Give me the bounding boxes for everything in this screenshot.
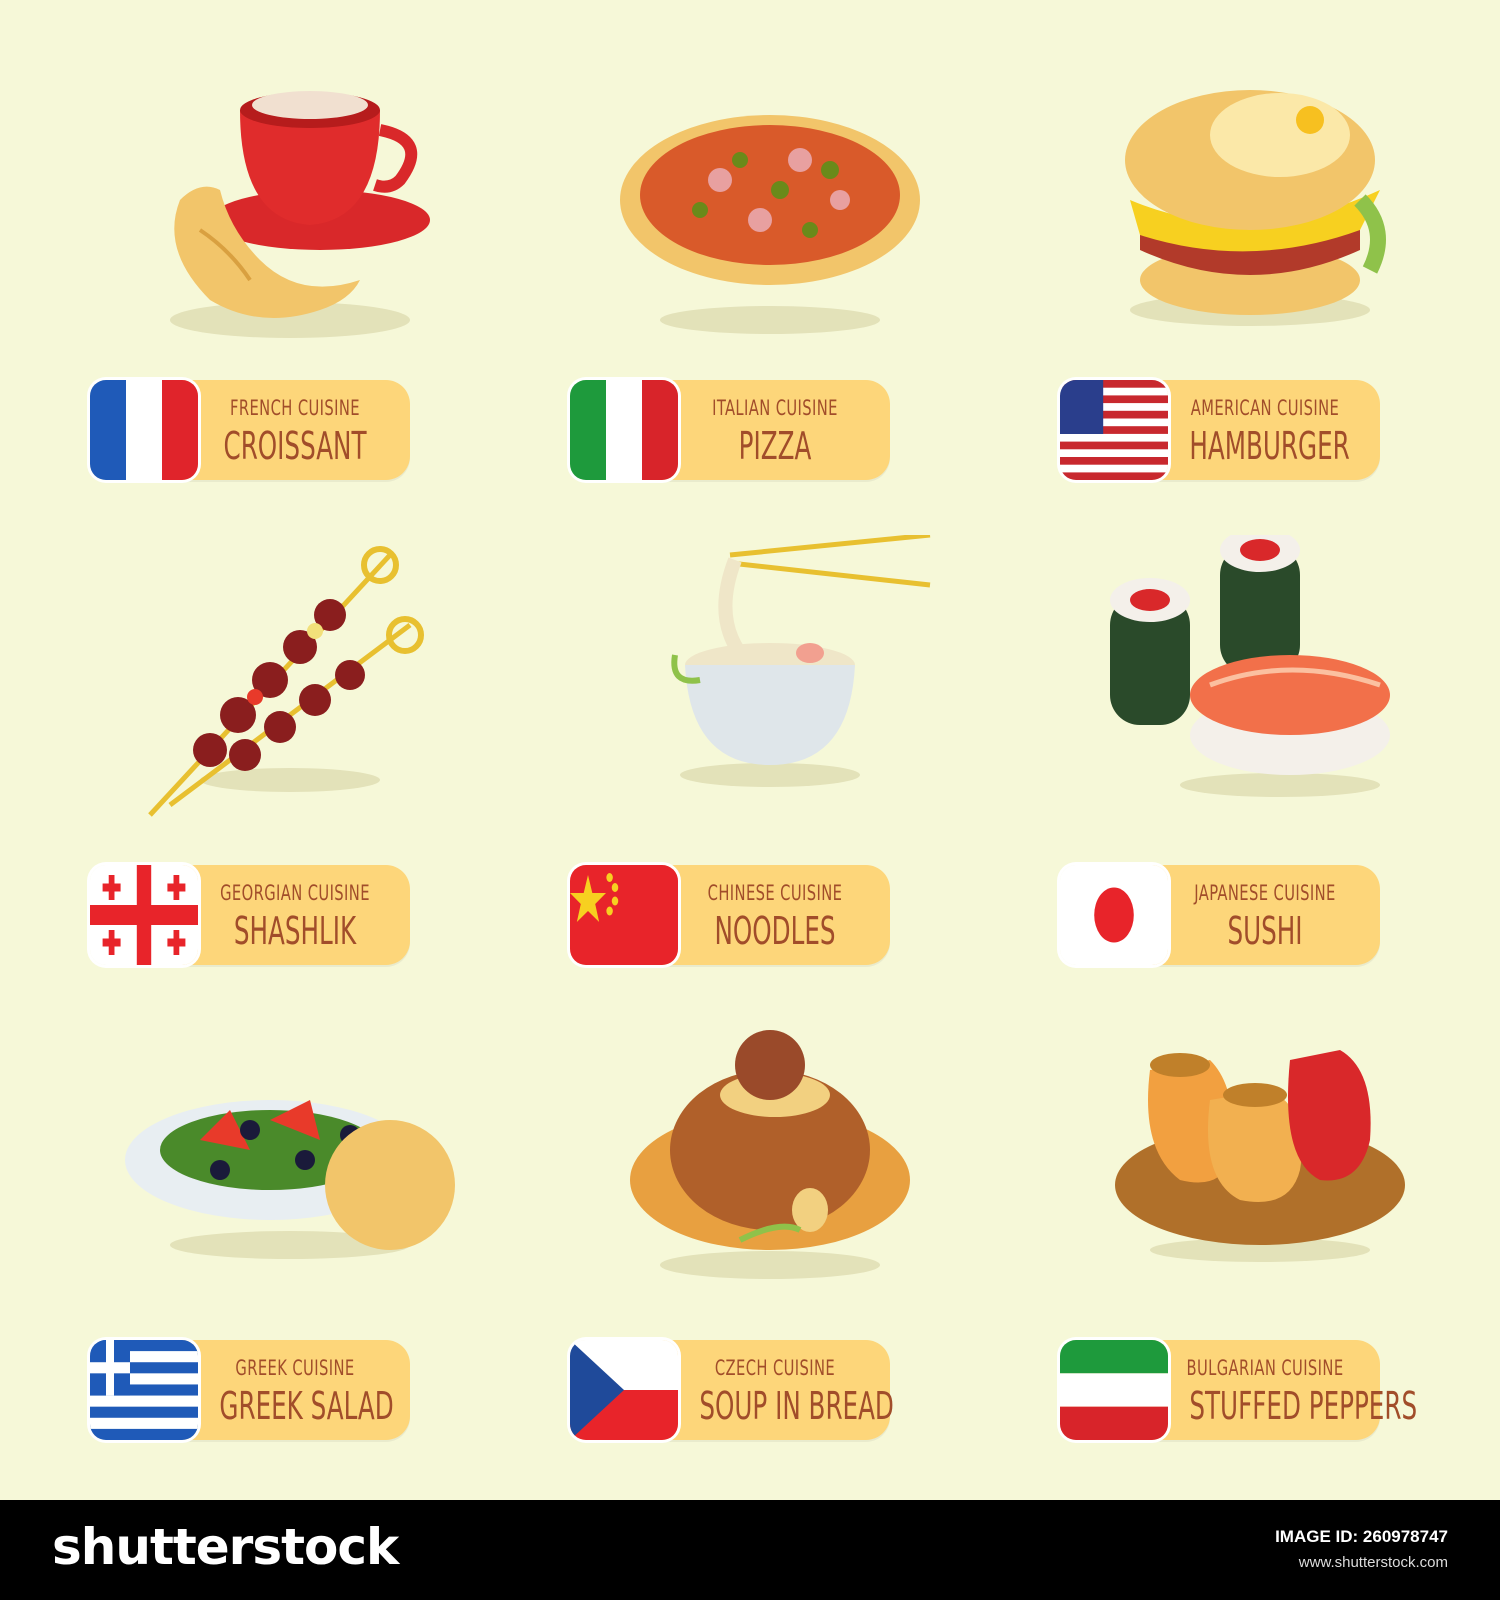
china-flag-icon — [570, 865, 678, 965]
sushi-illustration — [1110, 535, 1390, 797]
cuisine-name: Chinese Cuisine — [707, 881, 843, 905]
dish-name: Hamburger — [1189, 424, 1350, 468]
france-flag-icon — [90, 380, 198, 480]
card-georgian: Georgian Cuisine Shashlik — [60, 525, 540, 1025]
cuisine-name: Czech Cuisine — [714, 1356, 836, 1380]
card-japanese: Japanese Cuisine Sushi — [1030, 525, 1500, 1025]
cuisine-name: American Cuisine — [1190, 396, 1340, 420]
cuisine-name: Italian Cuisine — [712, 396, 838, 420]
dish-name: Pizza — [738, 424, 812, 468]
croissant-coffee-illustration — [170, 91, 430, 338]
cuisine-name: Japanese Cuisine — [1194, 881, 1336, 905]
image-id: IMAGE ID: 260978747 — [1275, 1527, 1448, 1546]
noodles-illustration — [671, 535, 931, 787]
card-french: French Cuisine Croissant — [60, 40, 540, 540]
shashlik-illustration — [148, 546, 424, 817]
greece-flag-icon — [90, 1340, 198, 1440]
japan-flag-icon — [1060, 865, 1168, 965]
dish-name: Greek Salad — [219, 1384, 394, 1428]
dish-name: Stuffed Peppers — [1189, 1384, 1418, 1428]
greek-salad-illustration — [125, 1100, 455, 1259]
card-czech: Czech Cuisine Soup in Bread — [540, 1000, 1020, 1500]
stuffed-peppers-illustration — [1115, 1050, 1405, 1262]
usa-flag-icon — [1060, 380, 1168, 480]
card-chinese: Chinese Cuisine Noodles — [540, 525, 1020, 1025]
dish-name: Shashlik — [233, 909, 357, 953]
card-greek: Greek Cuisine Greek Salad — [60, 1000, 540, 1500]
georgia-flag-icon — [90, 865, 198, 965]
dish-name: Croissant — [223, 424, 367, 468]
brand-logo: shutterstock — [52, 1518, 399, 1576]
card-american: American Cuisine Hamburger — [1030, 40, 1500, 540]
bulgaria-flag-icon — [1060, 1340, 1168, 1440]
dish-name: Sushi — [1227, 909, 1303, 953]
cuisine-name: French Cuisine — [229, 396, 361, 420]
footer-url: www.shutterstock.com — [1298, 1554, 1448, 1571]
card-italian: Italian Cuisine Pizza — [540, 40, 1020, 540]
soup-in-bread-illustration — [630, 1030, 910, 1279]
pizza-illustration — [620, 115, 920, 334]
italy-flag-icon — [570, 380, 678, 480]
hamburger-illustration — [1125, 90, 1386, 326]
food-icon-grid: French Cuisine Croissant Italian Cuisine… — [0, 0, 1500, 1500]
dish-name: Noodles — [714, 909, 836, 953]
cuisine-name: Bulgarian Cuisine — [1186, 1356, 1344, 1380]
czech-flag-icon — [570, 1340, 678, 1440]
card-bulgarian: Bulgarian Cuisine Stuffed Peppers — [1030, 1000, 1500, 1500]
cuisine-name: Greek Cuisine — [235, 1356, 355, 1380]
cuisine-name: Georgian Cuisine — [220, 881, 370, 905]
dish-name: Soup in Bread — [699, 1384, 894, 1428]
